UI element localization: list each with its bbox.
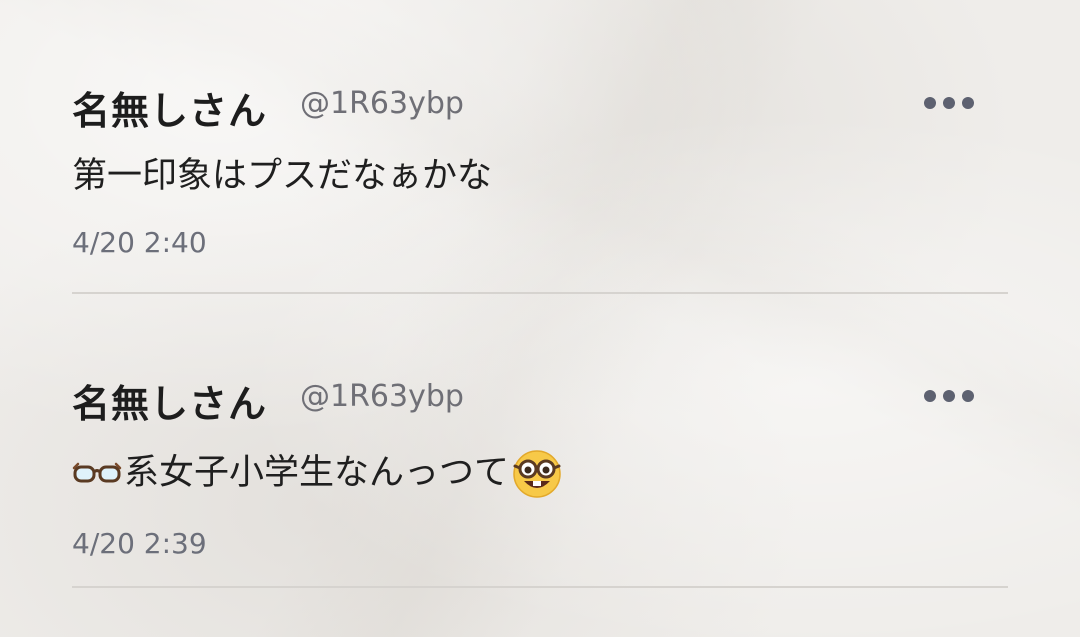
more-horizontal-icon bbox=[943, 97, 955, 109]
divider bbox=[72, 292, 1008, 294]
glasses-icon bbox=[72, 462, 122, 483]
post-item[interactable]: 名無しさん @1R63ybp 第一印象はプスだなぁかな 4/20 2:40 bbox=[72, 78, 1008, 259]
post-text: 第一印象はプスだなぁかな bbox=[72, 156, 493, 196]
more-options-button[interactable] bbox=[924, 389, 974, 403]
more-horizontal-icon bbox=[924, 97, 936, 109]
post-text: 系女子小学生なんっつて bbox=[124, 453, 510, 493]
more-horizontal-icon bbox=[962, 390, 974, 402]
more-horizontal-icon bbox=[962, 97, 974, 109]
post-body: 系女子小学生なんっつて bbox=[72, 447, 1008, 499]
divider bbox=[72, 586, 1008, 588]
author-name[interactable]: 名無しさん bbox=[72, 373, 267, 428]
post-header: 名無しさん @1R63ybp bbox=[72, 371, 1008, 427]
post-body: 第一印象はプスだなぁかな bbox=[72, 154, 1008, 198]
author-name[interactable]: 名無しさん bbox=[72, 80, 267, 135]
post-header: 名無しさん @1R63ybp bbox=[72, 78, 1008, 134]
author-handle[interactable]: @1R63ybp bbox=[300, 379, 464, 414]
post-item[interactable]: 名無しさん @1R63ybp 系女子小学生なんっつて 4/20 2:39 bbox=[72, 371, 1008, 560]
author-handle[interactable]: @1R63ybp bbox=[300, 86, 464, 121]
post-timestamp: 4/20 2:40 bbox=[72, 226, 207, 259]
more-options-button[interactable] bbox=[924, 96, 974, 110]
nerd-face-icon bbox=[513, 450, 561, 498]
more-horizontal-icon bbox=[924, 390, 936, 402]
more-horizontal-icon bbox=[943, 390, 955, 402]
post-timestamp: 4/20 2:39 bbox=[72, 527, 207, 560]
